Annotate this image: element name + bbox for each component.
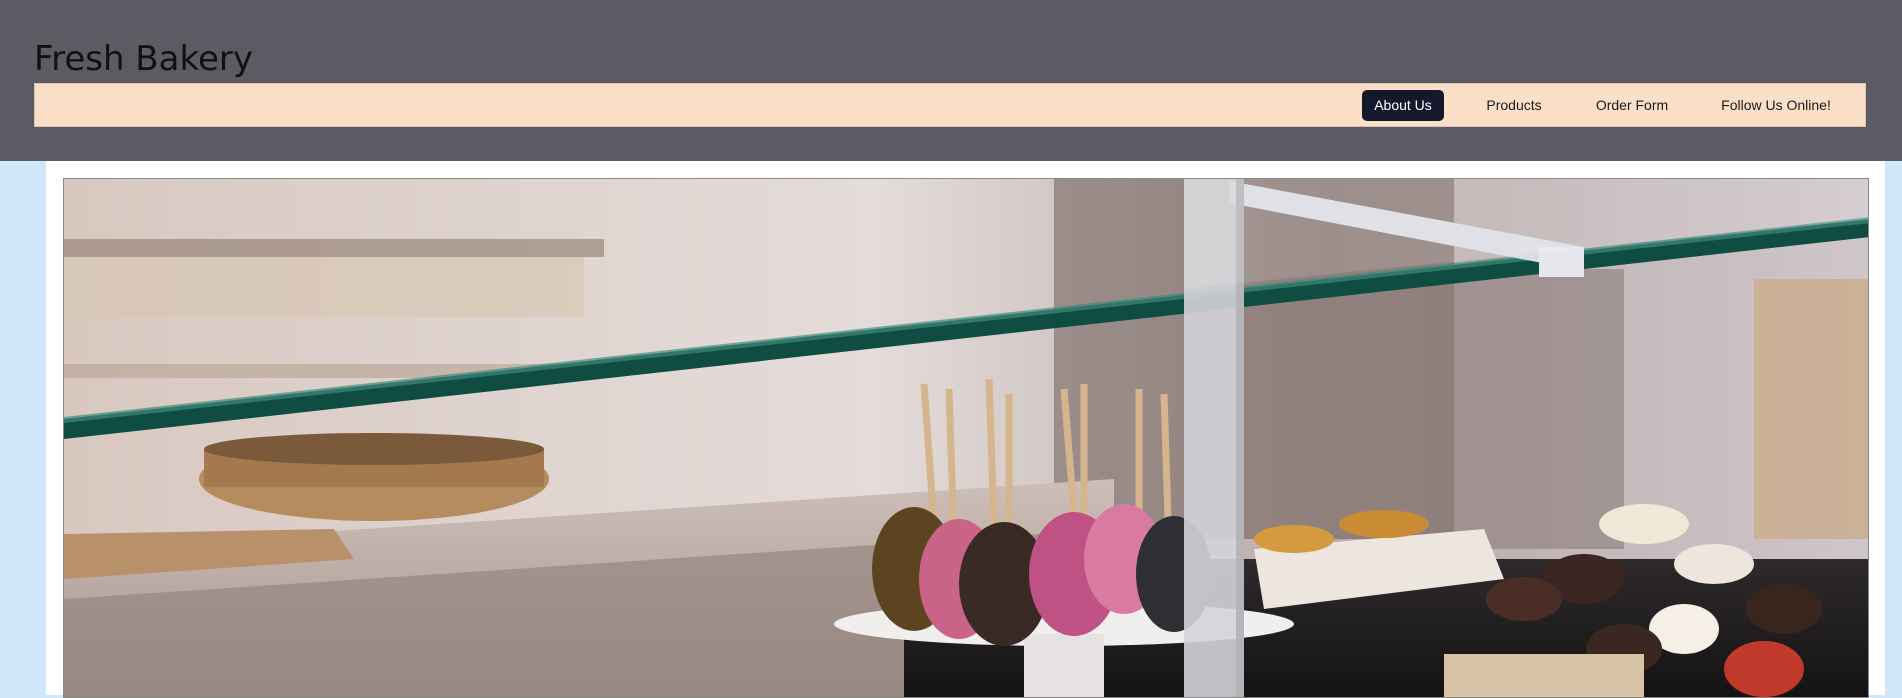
nav-item-products[interactable]: Products <box>1469 90 1559 121</box>
main-content <box>46 161 1885 698</box>
nav-item-order-form[interactable]: Order Form <box>1579 90 1685 121</box>
nav-item-about-us[interactable]: About Us <box>1362 90 1444 121</box>
hero-bakery-display-image <box>63 178 1869 698</box>
nav-item-follow-us-online[interactable]: Follow Us Online! <box>1708 90 1844 121</box>
main-navigation: About Us Products Order Form Follow Us O… <box>34 83 1866 127</box>
site-title: Fresh Bakery <box>34 39 253 79</box>
site-header: Fresh Bakery About Us Products Order For… <box>0 0 1902 161</box>
